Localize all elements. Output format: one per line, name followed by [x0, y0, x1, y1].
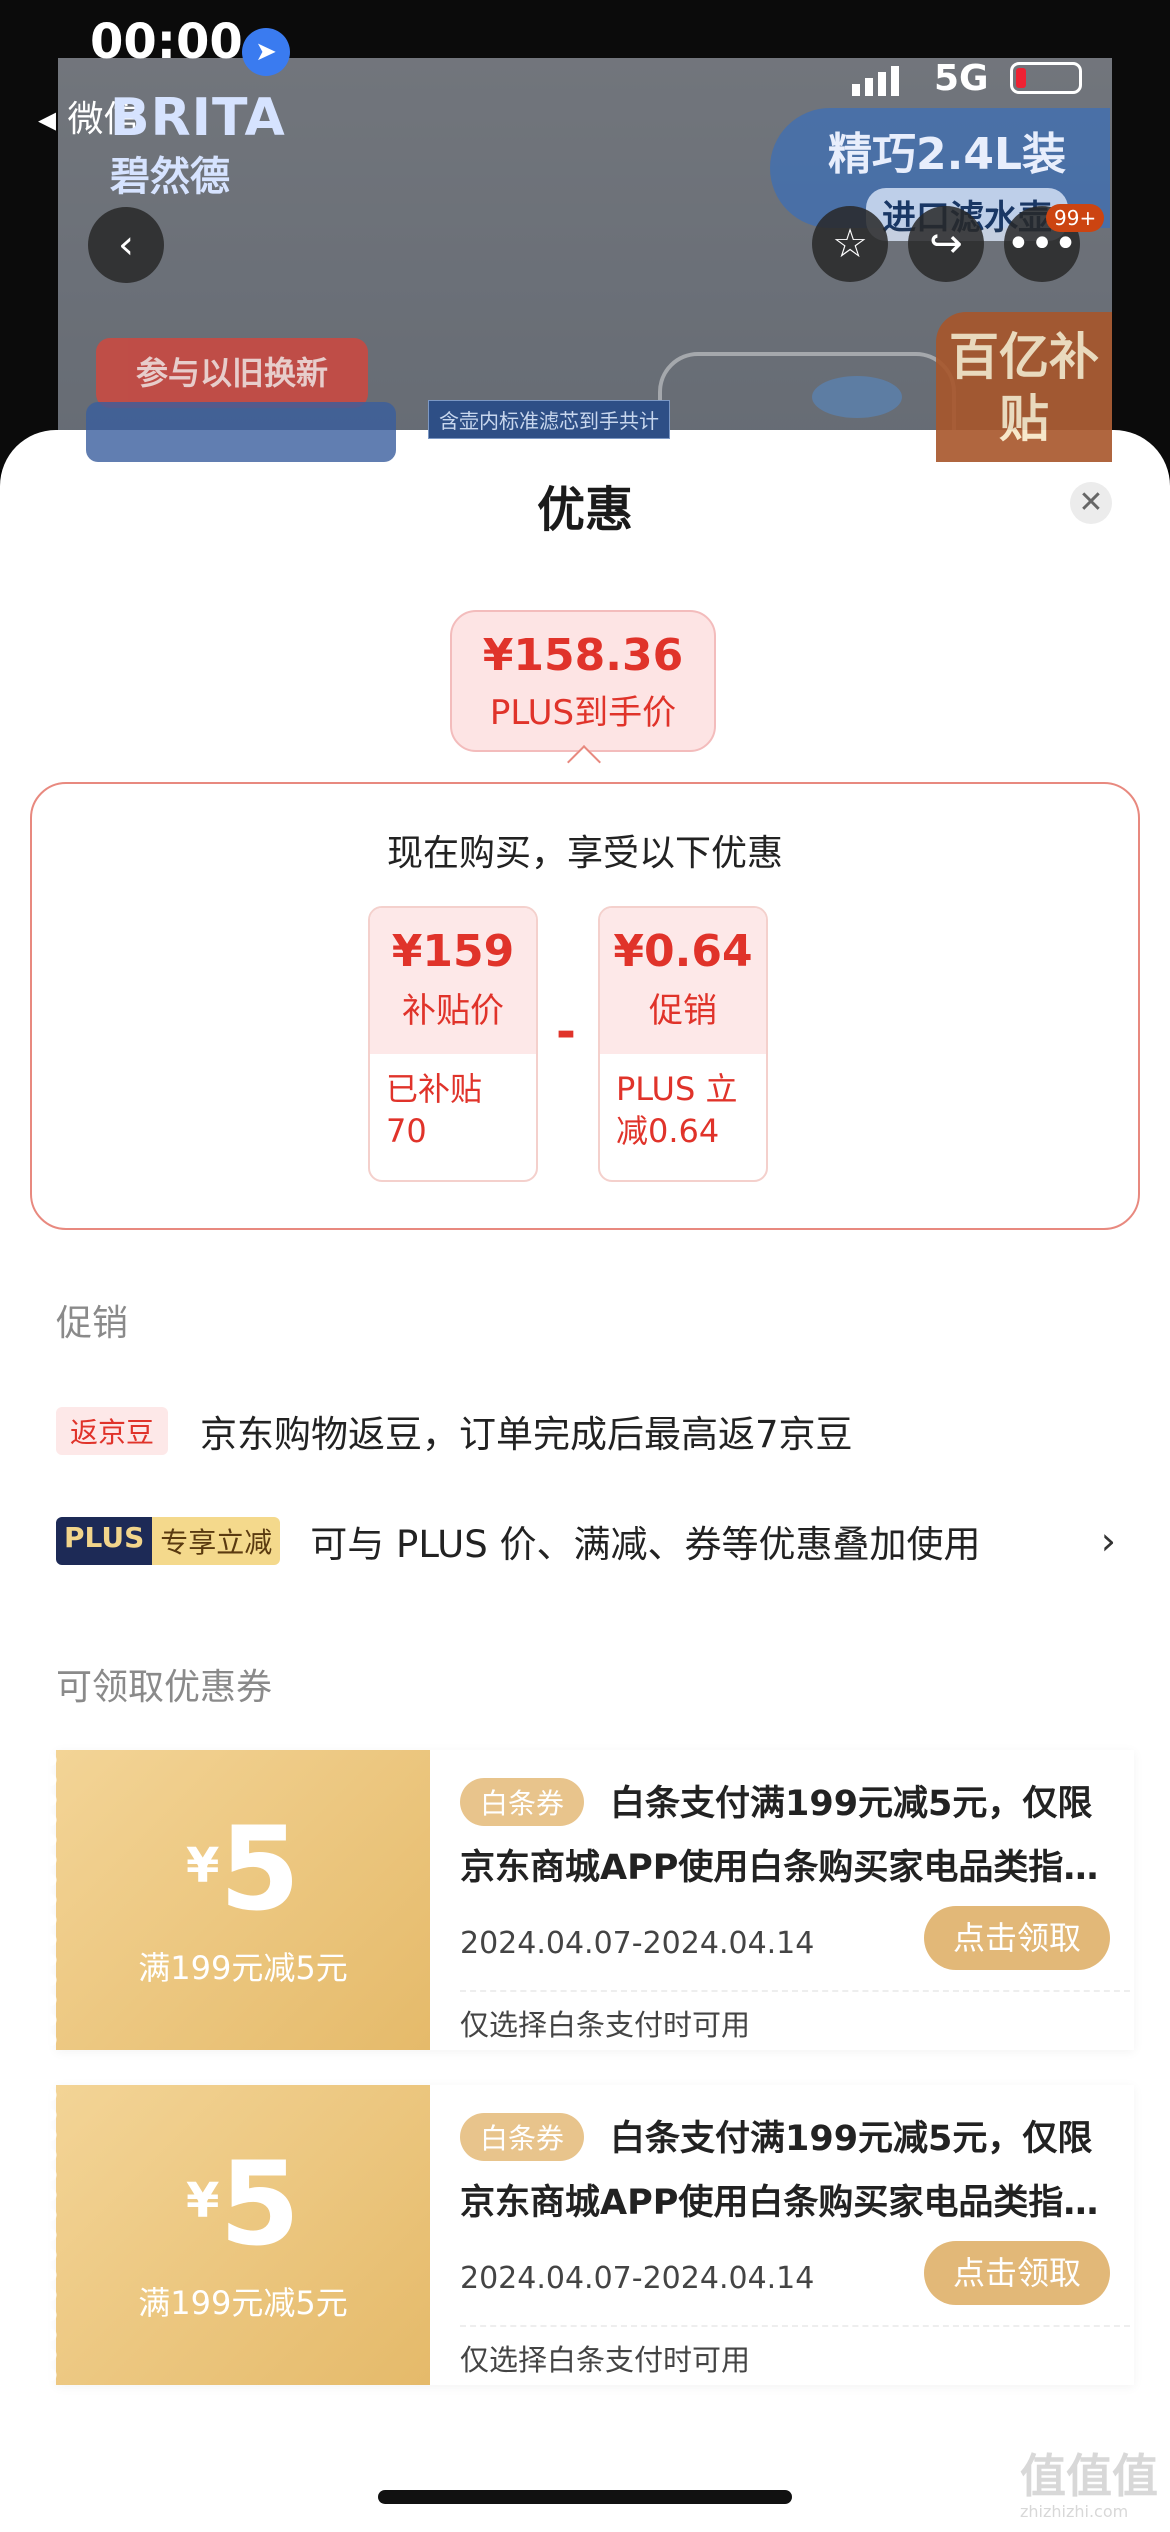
- minus-sign: -: [556, 1004, 576, 1060]
- coupon-validity: 2024.04.07-2024.04.14: [460, 1926, 815, 1961]
- ticket-label: 促销: [649, 991, 717, 1031]
- coupon-type-badge: 白条券: [460, 1778, 585, 1826]
- claim-coupon-button[interactable]: 点击领取: [924, 1906, 1110, 1970]
- jingdou-text: 京东购物返豆，订单完成后最高返7京豆: [200, 1413, 853, 1456]
- final-price: ¥158.36: [482, 630, 684, 681]
- coupon-amount: 5: [219, 1802, 301, 1937]
- coupon-currency: ¥: [185, 2173, 220, 2229]
- close-icon: ✕: [1078, 485, 1104, 520]
- subsidy-price-ticket: ¥159 补贴价 已补贴70: [368, 906, 538, 1182]
- status-time: 00:00: [90, 14, 243, 70]
- breakdown-heading: 现在购买，享受以下优惠: [386, 833, 783, 874]
- coupon-amount-panel: ¥5 满199元减5元: [50, 2085, 430, 2385]
- subsidy-badge: 百亿补贴: [936, 312, 1112, 462]
- ticket-value: ¥159: [391, 926, 515, 977]
- close-button[interactable]: ✕: [1070, 482, 1112, 524]
- ticket-label: 补贴价: [402, 991, 504, 1031]
- coupon-card: ¥5 满199元减5元 白条支付满199元减5元，仅限京东商城APP使用白条购买…: [50, 2085, 1134, 2385]
- network-label: 5G: [934, 58, 989, 99]
- discount-breakdown: 现在购买，享受以下优惠 ¥159 补贴价 已补贴70 - ¥0.64 促销 PL…: [30, 782, 1140, 1230]
- jingdou-tag: 返京豆: [56, 1407, 169, 1455]
- plus-tag-brand: PLUS: [56, 1517, 153, 1565]
- watermark: 值值值 zhizhizhi.com: [1020, 2440, 1158, 2521]
- coupon-amount-panel: ¥5 满199元减5元: [50, 1750, 430, 2050]
- watermark-main: 值值值: [1020, 2449, 1158, 2503]
- coupon-currency: ¥: [185, 1838, 220, 1894]
- product-page-background: 00:00 ➤ ◂ 微信 5G BRITA 碧然德 精巧2.4L装 进口滤水壶 …: [0, 0, 1170, 470]
- share-button[interactable]: ↪: [908, 206, 984, 282]
- coupon-usage-note: 仅选择白条支付时可用: [460, 2343, 751, 2377]
- filter-note: 含壶内标准滤芯到手共计: [428, 400, 670, 439]
- coupon-condition: 满199元减5元: [138, 2284, 348, 2322]
- chevron-left-icon: ‹: [118, 222, 134, 268]
- water-jug-image: [658, 352, 956, 470]
- final-price-label: PLUS到手价: [489, 693, 677, 733]
- plus-promo-text: 可与 PLUS 价、满减、券等优惠叠加使用: [310, 1523, 981, 1566]
- promotion-section-title: 促销: [56, 1303, 129, 1344]
- ticket-note: 已补贴70: [386, 1070, 483, 1150]
- coupon-card: ¥5 满199元减5元 白条支付满199元减5元，仅限京东商城APP使用白条购买…: [50, 1750, 1134, 2050]
- ticket-value: ¥0.64: [613, 926, 753, 977]
- ticket-note: PLUS 立减0.64: [616, 1070, 738, 1150]
- share-icon: ↪: [929, 221, 963, 267]
- discount-sheet: 优惠 ✕ ¥158.36 PLUS到手价 现在购买，享受以下优惠 ¥159 补贴…: [0, 430, 1170, 2532]
- sheet-title: 优惠: [536, 482, 633, 538]
- plus-tag-type: 专享立减: [152, 1517, 281, 1565]
- brand-logo: BRITA 碧然德: [110, 88, 286, 202]
- coupon-type-badge: 白条券: [460, 2113, 585, 2161]
- tradein-sub-banner: [86, 402, 396, 462]
- divider: [460, 2325, 1130, 2327]
- plus-tag: PLUS 专享立减: [56, 1517, 281, 1565]
- claim-coupon-button[interactable]: 点击领取: [924, 2241, 1110, 2305]
- coupon-usage-note: 仅选择白条支付时可用: [460, 2008, 751, 2042]
- tradein-banner: 参与以旧换新: [96, 338, 368, 408]
- battery-icon: [1010, 62, 1082, 94]
- jingdou-promo-row: 返京豆 京东购物返豆，订单完成后最高返7京豆: [56, 1404, 853, 1458]
- coupon-validity: 2024.04.07-2024.04.14: [460, 2261, 815, 2296]
- location-icon: ➤: [242, 28, 290, 76]
- favorite-button[interactable]: ☆: [812, 206, 888, 282]
- coupon-amount: 5: [219, 2137, 301, 2272]
- brand-name-cn: 碧然德: [110, 154, 230, 200]
- home-indicator[interactable]: [378, 2490, 792, 2504]
- coupon-section-title: 可领取优惠券: [56, 1667, 273, 1708]
- divider: [460, 1990, 1130, 1992]
- plus-promo-row[interactable]: PLUS 专享立减 可与 PLUS 价、满减、券等优惠叠加使用 ›: [56, 1514, 1116, 1568]
- watermark-sub: zhizhizhi.com: [1020, 2502, 1129, 2521]
- message-badge: 99+: [1046, 204, 1105, 232]
- coupon-condition: 满199元减5元: [138, 1949, 348, 1987]
- promo-headline: 精巧2.4L装: [828, 129, 1066, 180]
- star-icon: ☆: [832, 221, 868, 267]
- brand-name-en: BRITA: [110, 88, 286, 148]
- promotion-ticket: ¥0.64 促销 PLUS 立减0.64: [598, 906, 768, 1182]
- final-price-bubble: ¥158.36 PLUS到手价: [450, 610, 716, 752]
- back-button[interactable]: ‹: [88, 207, 164, 283]
- signal-icon: [852, 66, 899, 96]
- chevron-right-icon: ›: [1100, 1519, 1116, 1563]
